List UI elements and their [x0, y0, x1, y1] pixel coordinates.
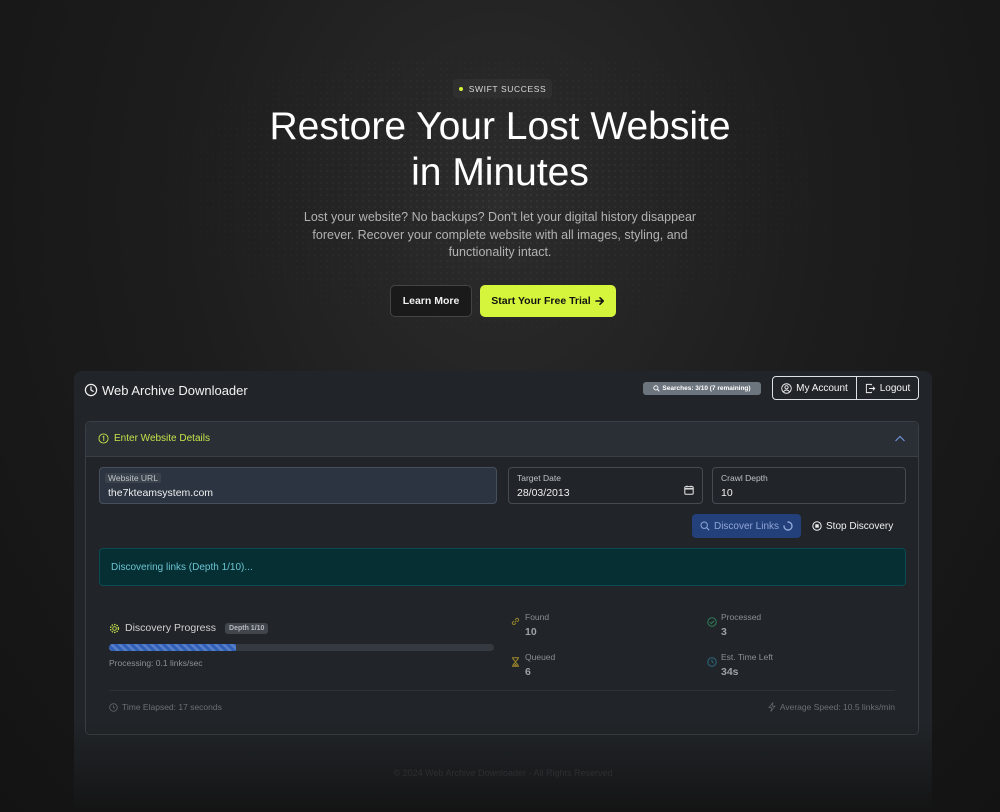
processed-label: Processed [721, 612, 762, 622]
stop-discovery-button[interactable]: Stop Discovery [812, 514, 904, 538]
spinner-icon [783, 521, 793, 531]
stats-divider [109, 690, 895, 691]
copyright-text: © 2024 Web Archive Downloader - All Righ… [393, 768, 613, 778]
discover-links-label: Discover Links [713, 520, 780, 532]
search-icon [700, 521, 710, 531]
stop-discovery-label: Stop Discovery [826, 520, 894, 532]
chevron-up-icon[interactable] [894, 433, 906, 445]
hero-subtitle: Lost your website? No backups? Don't let… [303, 210, 697, 259]
hero-title-line1: Restore Your Lost Website [269, 105, 731, 148]
website-url-field[interactable]: Website URL the7kteamsystem.com [99, 467, 497, 504]
app-title-label: Web Archive Downloader [102, 382, 248, 398]
clock-history-icon [84, 383, 98, 397]
average-speed-label: Average Speed: 10.5 links/min [779, 702, 895, 712]
processing-rate: Processing: 0.1 links/sec [109, 658, 203, 668]
search-icon [653, 385, 661, 392]
website-details-card: Enter Website Details Website URL the7kt… [85, 421, 919, 735]
info-circle-icon [98, 433, 109, 444]
hourglass-icon [512, 657, 519, 667]
depth-badge: Depth 1/10 [225, 622, 269, 634]
link-icon [511, 617, 520, 625]
hero-title: Restore Your Lost Website in Minutes [0, 104, 1000, 196]
app-title: Web Archive Downloader [84, 381, 248, 399]
app-window: Web Archive Downloader Searches: 3/10 (7… [74, 371, 932, 812]
crawl-depth-field[interactable]: Crawl Depth 10 [712, 467, 906, 504]
free-trial-button[interactable]: Start Your Free Trial [480, 285, 616, 317]
discover-links-button[interactable]: Discover Links [692, 514, 801, 538]
website-url-label: Website URL [105, 473, 161, 483]
hero-title-line2: in Minutes [411, 151, 589, 194]
crawl-depth-label: Crawl Depth [721, 473, 768, 483]
processed-value: 3 [721, 626, 727, 638]
discovery-progress-title: Discovery Progress Depth 1/10 [109, 622, 269, 634]
average-speed: Average Speed: 10.5 links/min [768, 702, 895, 712]
free-trial-label: Start Your Free Trial [491, 295, 591, 307]
queued-value: 6 [525, 666, 531, 678]
target-date-field[interactable]: Target Date 28/03/2013 [508, 467, 703, 504]
found-value: 10 [525, 626, 537, 638]
logout-label: Logout [879, 382, 911, 394]
gear-icon [109, 623, 120, 633]
badge-dot-icon [458, 86, 463, 91]
lightning-icon [768, 702, 776, 712]
time-elapsed: Time Elapsed: 17 seconds [109, 702, 222, 712]
time-left-value: 34s [721, 666, 739, 678]
time-elapsed-label: Time Elapsed: 17 seconds [122, 702, 222, 712]
discovery-progress-label: Discovery Progress [125, 622, 217, 634]
hero-badge: SWIFT SUCCESS [453, 79, 552, 98]
logout-icon [865, 383, 876, 393]
arrow-right-icon [594, 297, 604, 305]
discovery-progress-fill [109, 644, 237, 651]
discovery-progress-bar [109, 644, 494, 651]
searches-remaining-badge: Searches: 3/10 (7 remaining) [643, 382, 761, 395]
my-account-button[interactable]: My Account [773, 377, 857, 399]
logout-button[interactable]: Logout [857, 377, 918, 399]
target-date-value: 28/03/2013 [517, 487, 570, 499]
target-date-label: Target Date [517, 473, 561, 483]
discovery-status-alert: Discovering links (Depth 1/10)... [99, 548, 906, 586]
found-label: Found [525, 612, 550, 622]
calendar-icon[interactable] [684, 485, 694, 495]
time-left-label: Est. Time Left [721, 652, 773, 662]
account-button-group: My Account Logout [772, 376, 919, 400]
clock-icon [109, 702, 118, 712]
user-circle-icon [781, 382, 792, 394]
card-header-title: Enter Website Details [98, 433, 210, 444]
clock-icon [707, 657, 717, 667]
card-header-label: Enter Website Details [114, 433, 210, 444]
my-account-label: My Account [796, 382, 848, 394]
website-url-value: the7kteamsystem.com [108, 487, 214, 499]
stop-circle-icon [812, 521, 822, 531]
hero-badge-label: SWIFT SUCCESS [468, 83, 547, 94]
learn-more-label: Learn More [402, 295, 460, 307]
discovery-status-text: Discovering links (Depth 1/10)... [111, 561, 253, 573]
searches-remaining-label: Searches: 3/10 (7 remaining) [662, 385, 751, 392]
learn-more-button[interactable]: Learn More [390, 285, 472, 317]
check-circle-icon [707, 617, 717, 627]
card-header[interactable]: Enter Website Details [86, 422, 918, 457]
crawl-depth-value: 10 [721, 487, 733, 499]
queued-label: Queued [525, 652, 556, 662]
